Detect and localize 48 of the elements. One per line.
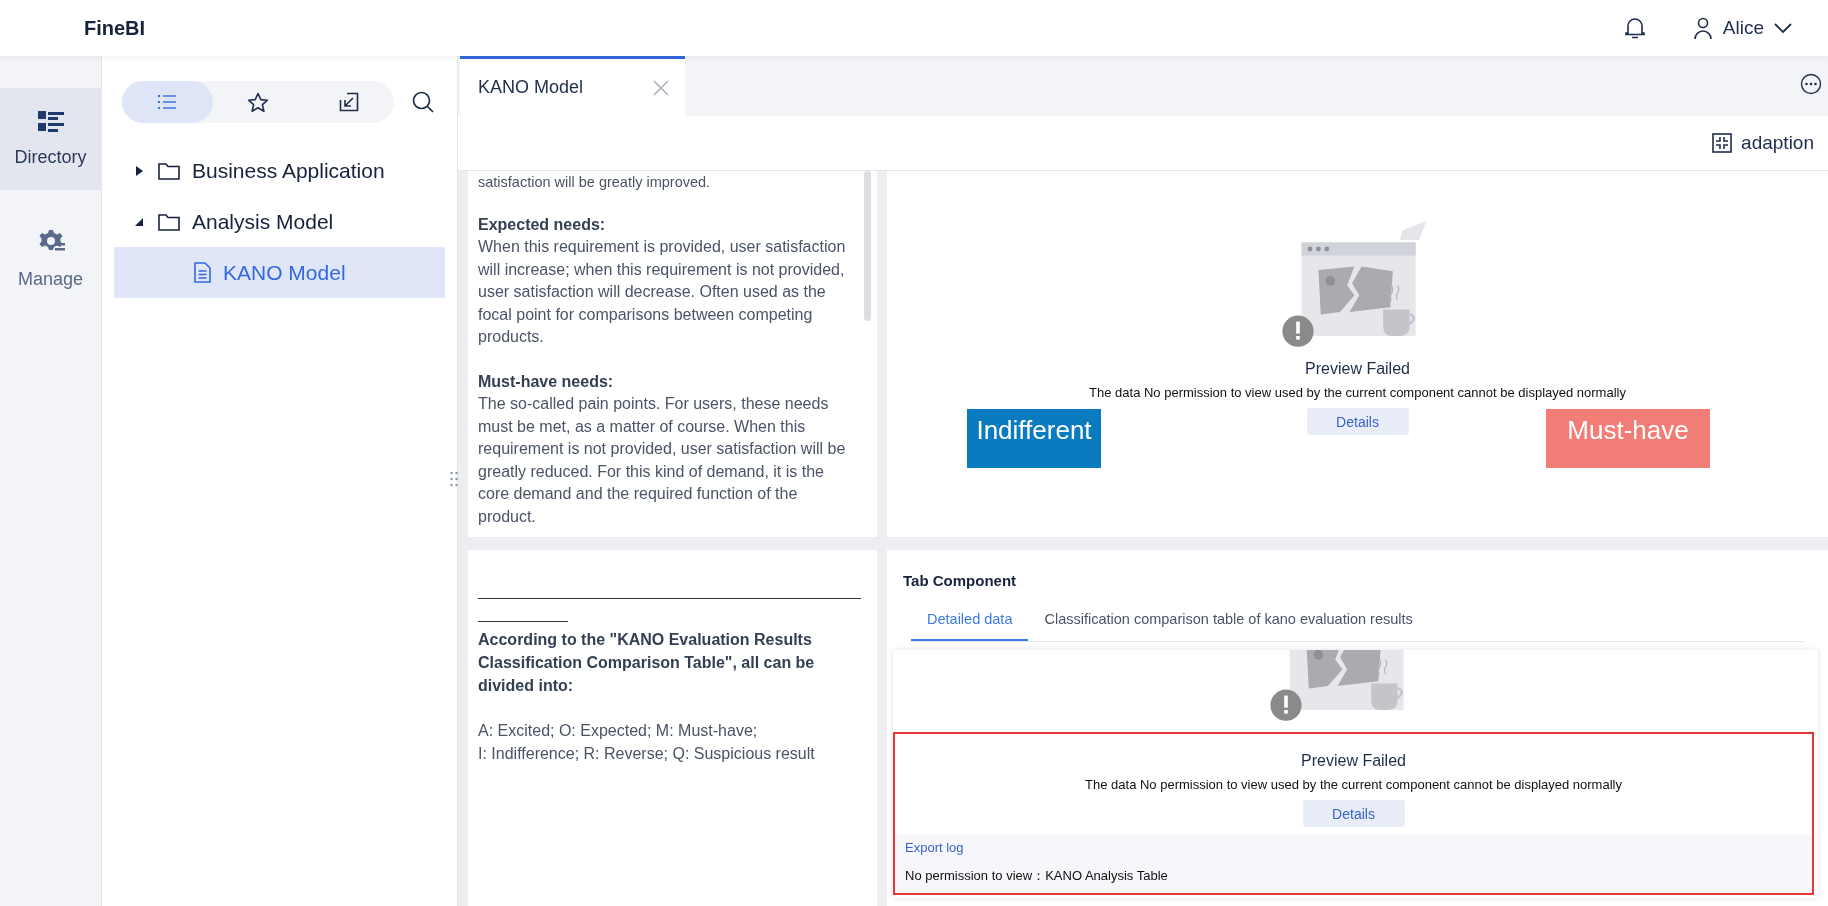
panel-title: Tab Component — [903, 572, 1018, 589]
error-message: The data No permission to view used by the current component cannot be displayed normally — [1089, 385, 1626, 400]
details-button[interactable]: Details — [1306, 408, 1409, 435]
note-heading: According to the "KANO Evaluation Results Classification Comparison Table", all can be divided into: — [478, 630, 816, 696]
tree-item[interactable]: Business Application — [114, 145, 445, 196]
directory-icon — [37, 110, 64, 133]
search-icon[interactable] — [412, 91, 434, 113]
caret-down-icon[interactable] — [134, 216, 144, 227]
document-tab[interactable]: KANO Model — [460, 56, 685, 116]
component-tab[interactable]: Detailed data — [911, 601, 1029, 641]
legend-line: A: Excited; O: Expected; M: Must-have; — [478, 721, 759, 741]
tree-item[interactable]: Analysis Model — [114, 196, 445, 247]
section-heading: Must-have needs: — [478, 371, 615, 392]
error-title: Preview Failed — [1301, 752, 1406, 770]
error-title: Preview Failed — [1305, 360, 1410, 378]
caret-right-icon[interactable] — [134, 165, 144, 176]
legend-line: I: Indifference; R: Reverse; Q: Suspicious result — [478, 744, 816, 764]
section-heading: Expected needs: — [478, 214, 607, 235]
document-icon — [194, 262, 211, 283]
star-icon — [247, 91, 269, 113]
drag-handle-icon[interactable] — [450, 471, 458, 487]
permission-message: No permission to view：KANO Analysis Table — [905, 867, 1169, 885]
bell-icon[interactable] — [1624, 17, 1645, 39]
view-tab[interactable] — [122, 81, 213, 123]
paragraph: The so-called pain points. For users, these needs must be met, as a matter of course. When this requirement is not provided, user satisfaction will be greatly reduced. For this kind of demand, it is the core demand and the required function of the product. — [478, 395, 846, 525]
category-label: Indifferent — [967, 409, 1101, 468]
folder-icon — [158, 212, 180, 231]
component-tab[interactable]: Classification comparison table of kano evaluation results — [1028, 601, 1429, 641]
more-icon[interactable] — [1800, 73, 1822, 95]
nav-item[interactable]: Directory — [0, 88, 101, 190]
folder-icon — [158, 161, 180, 180]
list-icon — [158, 94, 177, 110]
paragraph: When this requirement is provided, user satisfaction will increase; when this requirement is not provided, user satisfaction will decrease. Often used as the focal point for comparisons between competing products. — [478, 238, 846, 345]
scrollbar[interactable] — [864, 171, 871, 321]
paragraph: satisfaction will be greatly improved. — [478, 174, 711, 190]
chevron-down-icon — [1774, 22, 1792, 34]
user-icon — [1692, 17, 1713, 39]
fit-icon — [1712, 133, 1733, 153]
details-button[interactable]: Details — [1302, 800, 1405, 827]
nav-item[interactable]: Manage — [0, 208, 101, 310]
app-logo: FineBI — [84, 16, 146, 40]
user-menu[interactable]: Alice — [1692, 17, 1792, 39]
adaption-button[interactable]: adaption — [1712, 132, 1814, 154]
category-label: Must-have — [1546, 409, 1710, 468]
import-icon — [338, 92, 359, 112]
error-message: The data No permission to view used by the current component cannot be displayed normally — [1085, 777, 1622, 792]
tree-item[interactable]: KANO Model — [114, 247, 445, 298]
export-log-link[interactable]: Export log — [905, 840, 964, 855]
